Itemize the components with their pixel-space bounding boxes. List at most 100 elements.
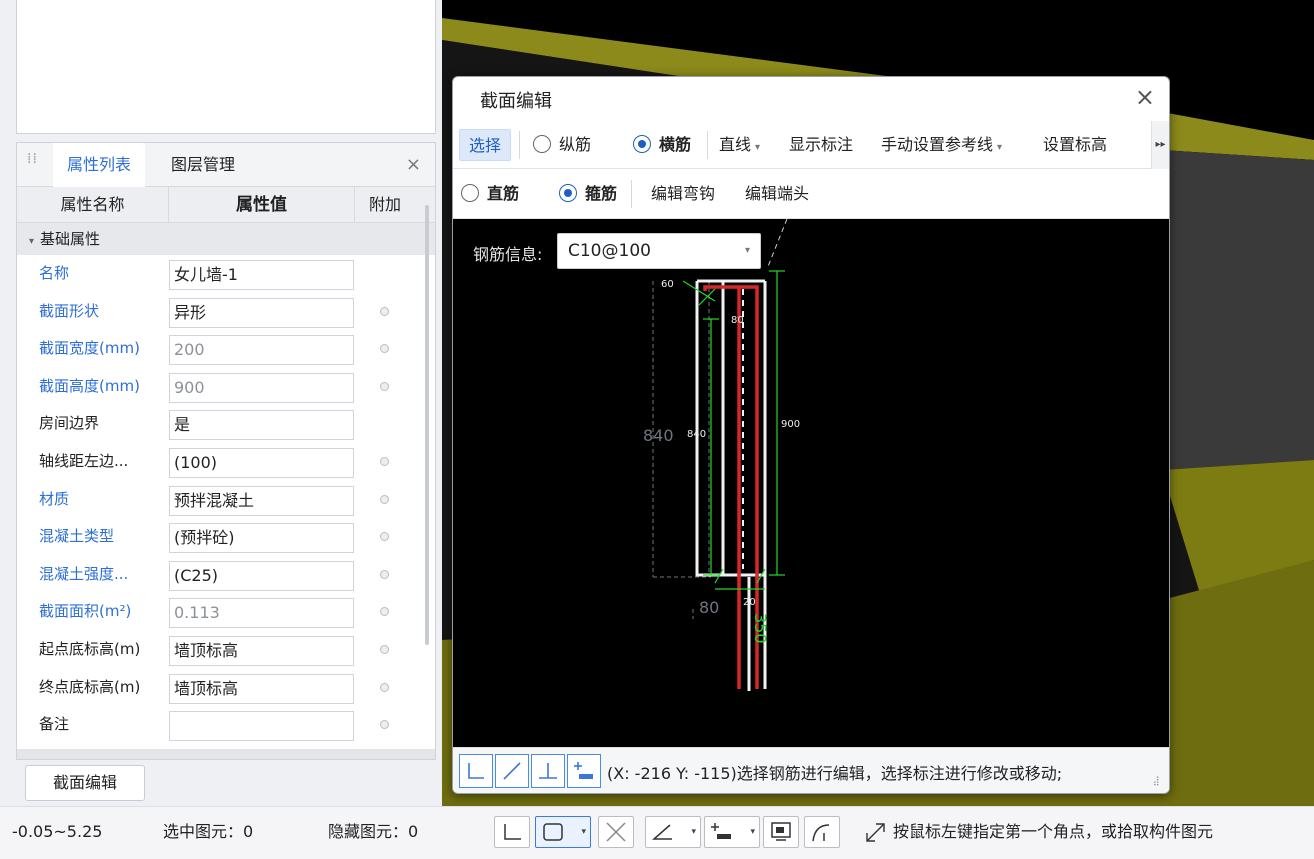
radio-on-icon [559, 184, 577, 202]
group-basic-properties[interactable]: ▾ 基础属性 [17, 223, 435, 255]
table-row: 截面面积(m²) 0.113 [17, 593, 435, 631]
property-value-input[interactable]: 预拌混凝土 [169, 485, 354, 516]
property-name: 混凝土强度... [39, 564, 129, 583]
close-icon[interactable]: × [1135, 83, 1155, 111]
property-value-input[interactable]: 异形 [169, 297, 354, 328]
property-value-input[interactable]: 墙顶标高 [169, 673, 354, 704]
left-panel: ⁞⁞ 属性列表 图层管理 × 属性名称 属性值 附加 ▾ 基础属性 名称 女儿墙-… [0, 0, 442, 806]
drag-grip-icon[interactable]: ⁞⁞ [27, 152, 39, 173]
snap-line-button[interactable] [495, 754, 529, 788]
property-value-input[interactable]: 女儿墙-1 [169, 260, 354, 290]
dim-label: 840 [643, 426, 674, 445]
property-name: 起点底标高(m) [39, 639, 141, 658]
chevron-down-icon: ▾ [744, 245, 750, 256]
extra-checkbox-icon[interactable] [380, 456, 389, 466]
extra-checkbox-icon[interactable] [380, 720, 389, 730]
dim-label: 80 [699, 598, 719, 617]
property-name: 混凝土类型 [39, 527, 115, 546]
edit-end-button[interactable]: 编辑端头 [745, 170, 809, 218]
property-value-input[interactable]: 900 [169, 372, 354, 403]
section-edit-button[interactable]: 截面编辑 [25, 765, 145, 801]
dialog-toolbar-primary: 选择 纵筋 横筋 直线 ▾ 显示标注 手动设置参考线 ▾ 设置标高 ▸▸ [453, 121, 1169, 169]
table-row: 混凝土类型 (预拌砼) [17, 518, 435, 556]
extra-checkbox-icon[interactable] [380, 569, 389, 579]
resize-grip-icon[interactable]: ⠰ ⠶ [1153, 775, 1163, 789]
select-button[interactable]: 选择 [459, 129, 511, 161]
rebar-info-label: 钢筋信息: [473, 245, 543, 264]
radio-label: 直筋 [487, 184, 520, 203]
property-value-input[interactable]: 是 [169, 410, 354, 441]
chevron-down-icon: ▾ [755, 142, 761, 153]
extra-checkbox-icon[interactable] [380, 344, 389, 354]
rebar-select-value: C10@100 [568, 241, 651, 261]
angle-button[interactable]: ▾ [645, 816, 701, 848]
radio-stirrup[interactable]: 箍筋 [559, 170, 617, 218]
command-hint-text: 按鼠标左键指定第一个角点，或拾取构件图元 [893, 822, 1214, 841]
property-value-input[interactable]: 墙顶标高 [169, 635, 354, 666]
toolbar-divider [707, 131, 708, 159]
offset-dropdown-button[interactable]: ▾ [704, 816, 760, 848]
dim-label: 900 [781, 419, 800, 430]
property-value-input[interactable]: (100) [169, 447, 354, 478]
perpendicular-button[interactable] [531, 754, 565, 788]
radio-transverse[interactable]: 横筋 [633, 121, 691, 169]
extra-checkbox-icon[interactable] [380, 381, 389, 391]
extra-checkbox-icon[interactable] [380, 682, 389, 692]
dim-label: 350 [751, 613, 770, 644]
display-settings-button[interactable] [763, 816, 799, 848]
manual-ref-line-dropdown[interactable]: 手动设置参考线 ▾ [881, 121, 1002, 169]
properties-scrollbar[interactable] [425, 205, 429, 645]
radio-label: 箍筋 [585, 184, 618, 203]
orthogonal-mode-button[interactable] [459, 754, 493, 788]
header-property-value: 属性值 [169, 187, 355, 223]
extra-checkbox-icon[interactable] [380, 644, 389, 654]
close-icon[interactable]: × [406, 155, 421, 175]
table-row: 起点底标高(m) 墙顶标高 [17, 631, 435, 669]
extra-checkbox-icon[interactable] [380, 607, 389, 617]
arc-tool-button[interactable] [804, 816, 840, 848]
line-type-dropdown[interactable]: 直线 ▾ [719, 121, 760, 169]
property-name: 截面形状 [39, 301, 100, 320]
chevron-down-icon: ▾ [581, 827, 586, 837]
dialog-title: 截面编辑 [480, 91, 552, 112]
radio-off-icon [461, 184, 479, 202]
floor-range-text: -0.05~5.25 [12, 822, 103, 841]
property-value-input[interactable]: (预拌砼) [169, 523, 354, 554]
section-drawing-canvas[interactable]: 60 80 840 840 900 80 20 350 钢筋信息: C10@10… [453, 219, 1169, 747]
table-row: 截面形状 异形 [17, 293, 435, 331]
arc-icon [812, 824, 830, 842]
show-labels-button[interactable]: 显示标注 [789, 121, 853, 169]
extra-checkbox-icon[interactable] [380, 494, 389, 504]
property-value-input[interactable]: 200 [169, 335, 354, 366]
property-name: 截面面积(m²) [39, 602, 132, 621]
object-snap-button[interactable]: ▾ [535, 816, 591, 848]
offset-icon [711, 823, 731, 839]
property-value-input[interactable]: (C25) [169, 560, 354, 591]
orthogonal-toggle-button[interactable] [494, 816, 530, 848]
angle-icon [652, 824, 672, 840]
tab-properties[interactable]: 属性列表 [53, 143, 146, 188]
radio-label: 纵筋 [559, 135, 592, 154]
property-value-input[interactable] [169, 711, 354, 742]
dropdown-label: 直线 [719, 135, 752, 154]
property-value-input[interactable]: 0.113 [169, 598, 354, 629]
table-row: 轴线距左边... (100) [17, 443, 435, 481]
rebar-info-select[interactable]: C10@100 ▾ [557, 233, 761, 269]
overflow-more-icon[interactable]: ▸▸ [1151, 121, 1169, 169]
property-name: 名称 [39, 264, 70, 282]
offset-button[interactable] [567, 754, 601, 788]
set-elevation-button[interactable]: 设置标高 [1043, 121, 1107, 169]
cancel-snap-button[interactable] [598, 816, 634, 848]
cross-icon [606, 822, 626, 842]
table-row: 终点底标高(m) 墙顶标高 [17, 669, 435, 707]
radio-longitudinal[interactable]: 纵筋 [533, 121, 591, 169]
collapse-caret-icon[interactable]: ▾ [29, 236, 34, 247]
extra-checkbox-icon[interactable] [380, 532, 389, 542]
radio-straight[interactable]: 直筋 [461, 170, 519, 218]
property-name: 备注 [39, 715, 70, 734]
construction-lines [652, 281, 711, 619]
tab-layers[interactable]: 图层管理 [157, 143, 249, 187]
table-row: 备注 [17, 706, 435, 744]
extra-checkbox-icon[interactable] [380, 306, 389, 316]
edit-hook-button[interactable]: 编辑弯钩 [651, 170, 715, 218]
